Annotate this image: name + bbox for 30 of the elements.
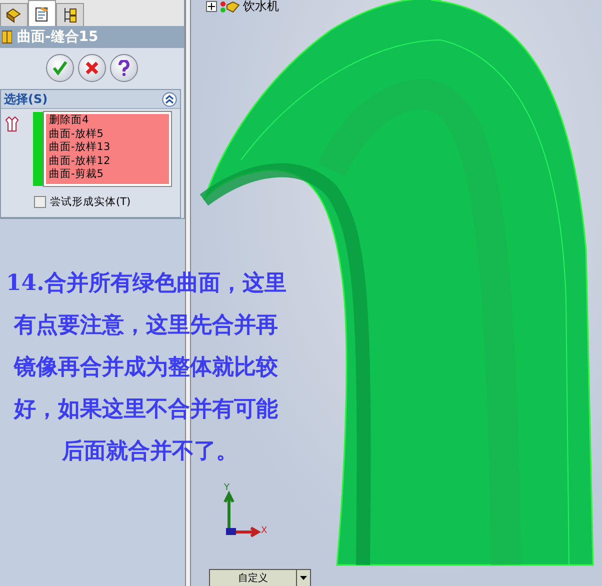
tree-icon	[62, 7, 78, 23]
section-title: 选择(S)	[4, 90, 48, 108]
clipboard-icon	[34, 6, 50, 22]
help-button[interactable]	[110, 54, 138, 82]
feature-tab[interactable]	[0, 3, 28, 26]
x-axis-label: X	[261, 527, 268, 536]
y-axis-label: Y	[224, 484, 230, 493]
section-header[interactable]: 选择(S)	[1, 90, 180, 109]
collapse-icon[interactable]	[162, 92, 177, 106]
feature-title: 曲面-缝合15	[17, 28, 98, 46]
selection-list-item[interactable]: 曲面-剪裁5	[49, 168, 169, 182]
selection-list-item[interactable]: 曲面-放样13	[49, 141, 169, 155]
selection-list[interactable]: 删除面4 曲面-放样5 曲面-放样13 曲面-放样12 曲面-剪裁5	[44, 112, 171, 186]
dropdown-caret-icon	[300, 576, 307, 580]
tree-item-label[interactable]: 饮水机	[243, 0, 279, 15]
close-icon	[85, 61, 99, 75]
help-icon	[118, 60, 130, 76]
config-tab[interactable]	[56, 3, 84, 26]
checkbox[interactable]	[34, 196, 46, 208]
selection-list-item[interactable]: 删除面4	[49, 114, 169, 128]
checkbox-label: 尝试形成实体(T)	[50, 195, 131, 209]
view-dropdown[interactable]: 自定义	[209, 569, 311, 586]
property-tab[interactable]	[28, 0, 56, 26]
selection-list-item[interactable]: 曲面-放样12	[49, 154, 169, 168]
ok-button[interactable]	[46, 54, 74, 82]
check-icon	[52, 60, 68, 76]
shirt-icon	[5, 116, 19, 132]
cancel-button[interactable]	[78, 54, 106, 82]
part-icon	[220, 0, 240, 12]
selection-list-item[interactable]: 曲面-放样5	[49, 128, 169, 142]
